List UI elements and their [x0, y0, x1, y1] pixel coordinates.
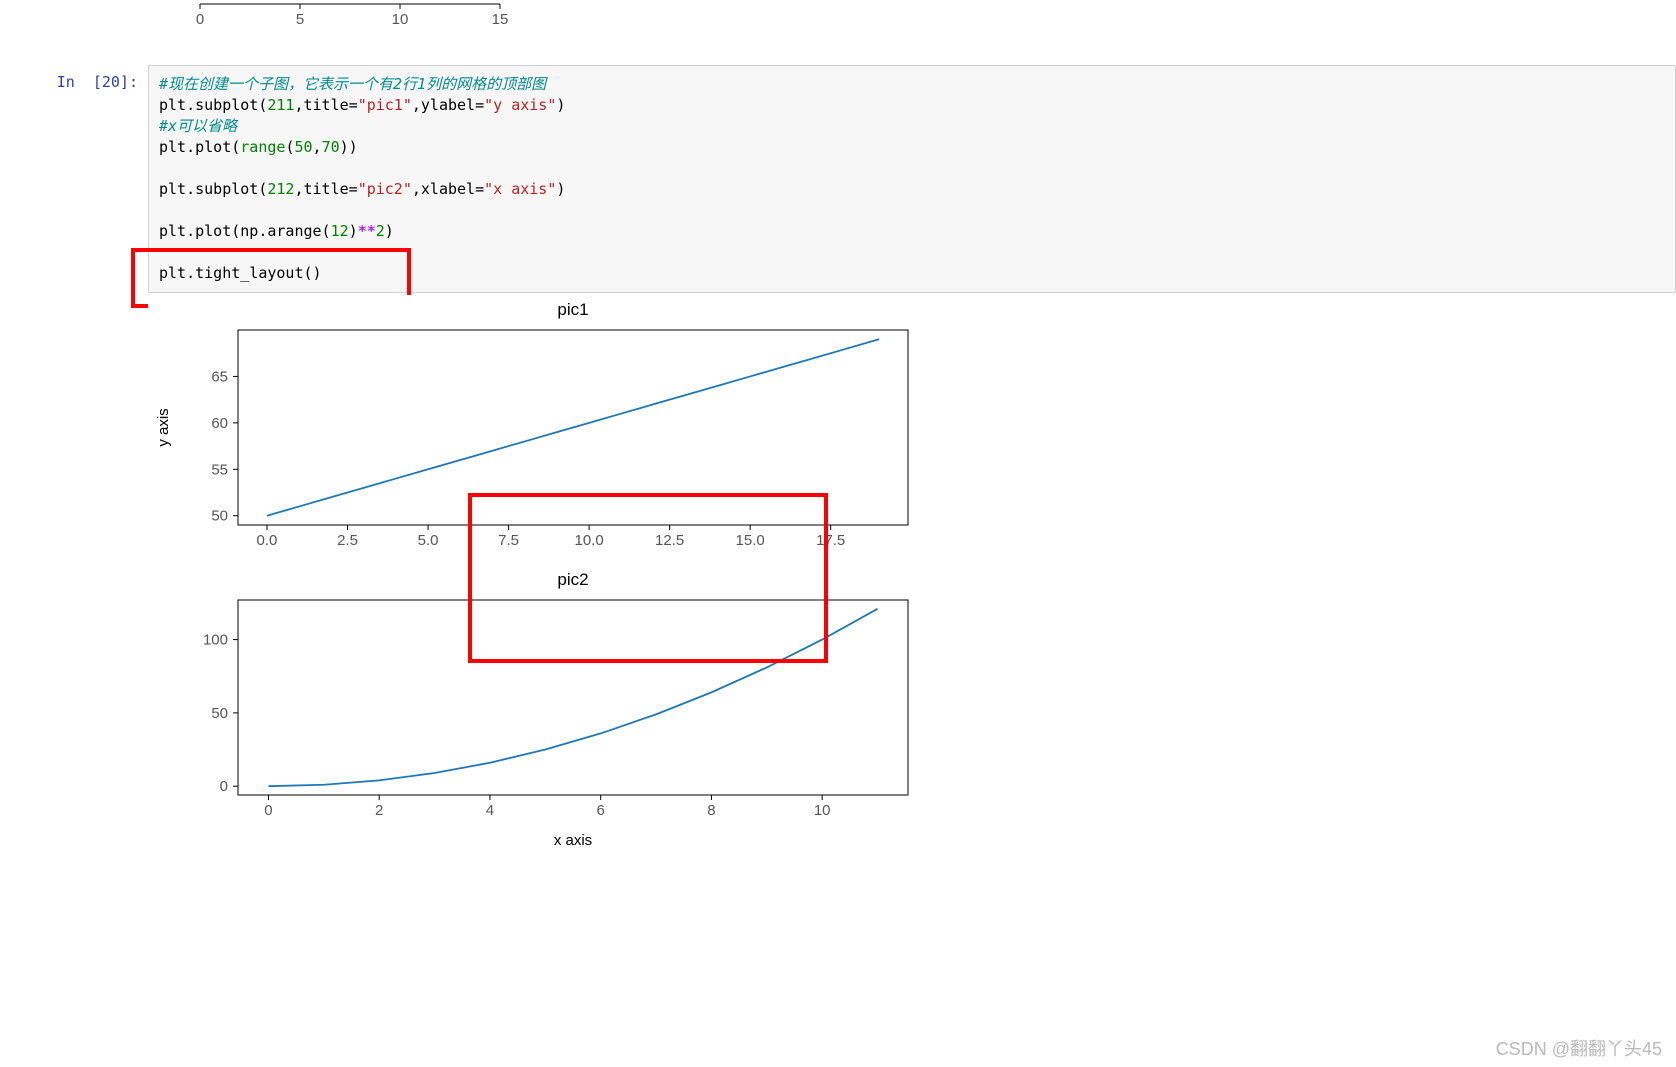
- series-line-1: [267, 339, 879, 515]
- svg-text:2.5: 2.5: [337, 532, 358, 549]
- cell-prompt: In [20]:: [0, 65, 148, 293]
- svg-text:65: 65: [211, 368, 228, 385]
- svg-text:60: 60: [211, 415, 228, 432]
- svg-text:0: 0: [196, 11, 204, 28]
- svg-text:0.0: 0.0: [257, 532, 278, 549]
- cell-output: pic1 y axis 0.0 2.5 5.0 7.5 10.0 12.5 15.0 17.5 50…: [148, 295, 1676, 865]
- svg-text:0: 0: [264, 802, 272, 819]
- svg-text:55: 55: [211, 461, 228, 478]
- figure: pic1 y axis 0.0 2.5 5.0 7.5 10.0 12.5 15.0 17.5 50…: [148, 295, 928, 865]
- svg-text:6: 6: [597, 802, 605, 819]
- previous-plot-axis-fragment: 0 5 10 15: [160, 0, 1676, 30]
- chart-title-1: pic1: [557, 300, 588, 319]
- svg-text:10: 10: [814, 802, 831, 819]
- code-cell: In [20]: #现在创建一个子图，它表示一个有2行1列的网格的顶部图 plt…: [0, 65, 1676, 293]
- svg-text:50: 50: [211, 508, 228, 525]
- svg-text:100: 100: [203, 632, 228, 649]
- code-input-area[interactable]: #现在创建一个子图，它表示一个有2行1列的网格的顶部图 plt.subplot(…: [148, 65, 1676, 293]
- y-axis-label: y axis: [155, 408, 172, 446]
- svg-text:7.5: 7.5: [498, 532, 519, 549]
- series-line-2: [268, 609, 877, 786]
- x-axis-label: x axis: [554, 832, 592, 849]
- svg-text:15: 15: [492, 11, 509, 28]
- svg-text:10: 10: [392, 11, 409, 28]
- svg-text:15.0: 15.0: [736, 532, 765, 549]
- svg-text:2: 2: [375, 802, 383, 819]
- svg-text:12.5: 12.5: [655, 532, 684, 549]
- code-source[interactable]: #现在创建一个子图，它表示一个有2行1列的网格的顶部图 plt.subplot(…: [159, 74, 1665, 284]
- svg-text:8: 8: [707, 802, 715, 819]
- csdn-watermark: CSDN @翻翻丫头45: [1496, 1035, 1662, 1061]
- svg-text:50: 50: [211, 705, 228, 722]
- chart-title-2: pic2: [557, 570, 588, 589]
- prompt-in: In: [57, 73, 75, 91]
- prompt-number: [20]:: [93, 73, 138, 91]
- svg-text:5: 5: [296, 11, 304, 28]
- svg-text:5.0: 5.0: [418, 532, 439, 549]
- svg-text:17.5: 17.5: [816, 532, 845, 549]
- svg-text:4: 4: [486, 802, 494, 819]
- svg-text:10.0: 10.0: [575, 532, 604, 549]
- svg-text:0: 0: [220, 778, 228, 795]
